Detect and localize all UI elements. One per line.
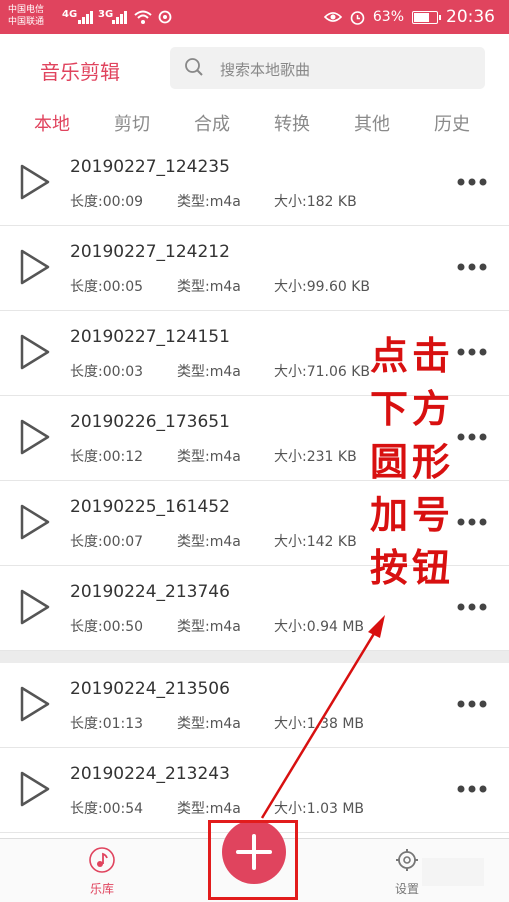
annotation-line-2: 下方 (370, 387, 455, 431)
annotation-text: 点击 下方 圆形 加号 按钮 (370, 330, 465, 595)
file-length: 长度:01:13 (70, 716, 144, 732)
file-size: 大小:1.38 MB (274, 716, 365, 732)
file-length: 长度:00:09 (70, 194, 144, 210)
file-type: 类型:m4a (177, 364, 241, 380)
annotation-line-3: 圆形 (370, 440, 455, 484)
signal-icon (78, 11, 93, 24)
file-type: 类型:m4a (177, 449, 241, 465)
search-input[interactable]: 搜索本地歌曲 (170, 47, 485, 89)
more-icon[interactable] (457, 699, 487, 709)
file-type: 类型:m4a (177, 716, 241, 732)
carrier-info: 中国电信 中国联通 (8, 4, 44, 28)
battery-percent: 63% (372, 9, 404, 25)
music-note-icon (89, 847, 115, 873)
play-icon[interactable] (18, 685, 52, 723)
file-name: 20190227_124212 (70, 242, 230, 262)
tab-history[interactable]: 历史 (434, 110, 470, 136)
more-icon[interactable] (457, 602, 487, 612)
tab-local[interactable]: 本地 (34, 110, 70, 136)
tab-cut[interactable]: 剪切 (114, 110, 150, 136)
blurred-region (422, 858, 484, 886)
more-icon[interactable] (457, 784, 487, 794)
file-length: 长度:00:54 (70, 801, 144, 817)
play-icon[interactable] (18, 418, 52, 456)
file-length: 长度:00:07 (70, 534, 144, 550)
more-icon[interactable] (457, 262, 487, 272)
highlight-box (208, 820, 298, 900)
list-item[interactable]: 20190227_124212 长度:00:05 类型:m4a 大小:99.60… (0, 226, 509, 311)
gear-icon (396, 849, 418, 871)
nav-library[interactable]: 乐库 (80, 847, 124, 897)
tab-merge[interactable]: 合成 (194, 110, 230, 136)
app-title: 音乐剪辑 (40, 60, 120, 84)
play-icon[interactable] (18, 333, 52, 371)
play-icon[interactable] (18, 588, 52, 626)
status-bar: 中国电信 中国联通 4G 3G 63% 20:36 (0, 0, 509, 34)
eye-icon (323, 12, 342, 22)
play-icon[interactable] (18, 163, 52, 201)
more-icon[interactable] (457, 177, 487, 187)
file-type: 类型:m4a (177, 534, 241, 550)
file-size: 大小:1.03 MB (274, 801, 365, 817)
status-right: 63% 20:36 (323, 7, 495, 27)
file-name: 20190224_213746 (70, 582, 230, 602)
file-size: 大小:71.06 KB (274, 364, 371, 380)
file-name: 20190224_213506 (70, 679, 230, 699)
file-length: 长度:00:12 (70, 449, 144, 465)
file-name: 20190224_213243 (70, 764, 230, 784)
file-type: 类型:m4a (177, 194, 241, 210)
network-1: 4G (62, 9, 78, 20)
file-size: 大小:142 KB (274, 534, 357, 550)
section-divider (0, 651, 509, 663)
file-name: 20190227_124151 (70, 327, 230, 347)
list-item[interactable]: 20190227_124235 长度:00:09 类型:m4a 大小:182 K… (0, 141, 509, 226)
file-name: 20190227_124235 (70, 157, 230, 177)
file-size: 大小:0.94 MB (274, 619, 365, 635)
carrier-2: 中国联通 (8, 17, 45, 27)
file-length: 长度:00:03 (70, 364, 144, 380)
carrier-1: 中国电信 (8, 5, 45, 15)
file-name: 20190226_173651 (70, 412, 230, 432)
wifi-icon (134, 10, 152, 24)
tab-bar: 本地 剪切 合成 转换 其他 历史 (0, 106, 509, 140)
tab-convert[interactable]: 转换 (274, 110, 310, 136)
annotation-line-5: 按钮 (370, 546, 455, 590)
annotation-line-1: 点击 (370, 334, 455, 378)
file-type: 类型:m4a (177, 801, 241, 817)
network-2: 3G (98, 9, 114, 20)
annotation-line-4: 加号 (370, 493, 455, 537)
sync-icon (158, 10, 172, 24)
file-type: 类型:m4a (177, 619, 241, 635)
list-item[interactable]: 20190224_213506 长度:01:13 类型:m4a 大小:1.38 … (0, 663, 509, 748)
file-size: 大小:182 KB (274, 194, 357, 210)
alarm-icon (350, 10, 365, 25)
signal-icon-2 (112, 11, 127, 24)
search-icon (185, 58, 203, 76)
nav-library-label: 乐库 (89, 882, 114, 896)
play-icon[interactable] (18, 248, 52, 286)
play-icon[interactable] (18, 770, 52, 808)
tab-other[interactable]: 其他 (354, 110, 390, 136)
battery-icon (412, 10, 441, 24)
clock: 20:36 (446, 7, 495, 27)
search-placeholder: 搜索本地歌曲 (220, 61, 311, 79)
file-length: 长度:00:05 (70, 279, 144, 295)
file-name: 20190225_161452 (70, 497, 230, 517)
file-length: 长度:00:50 (70, 619, 144, 635)
play-icon[interactable] (18, 503, 52, 541)
file-size: 大小:231 KB (274, 449, 357, 465)
file-size: 大小:99.60 KB (274, 279, 371, 295)
file-type: 类型:m4a (177, 279, 241, 295)
